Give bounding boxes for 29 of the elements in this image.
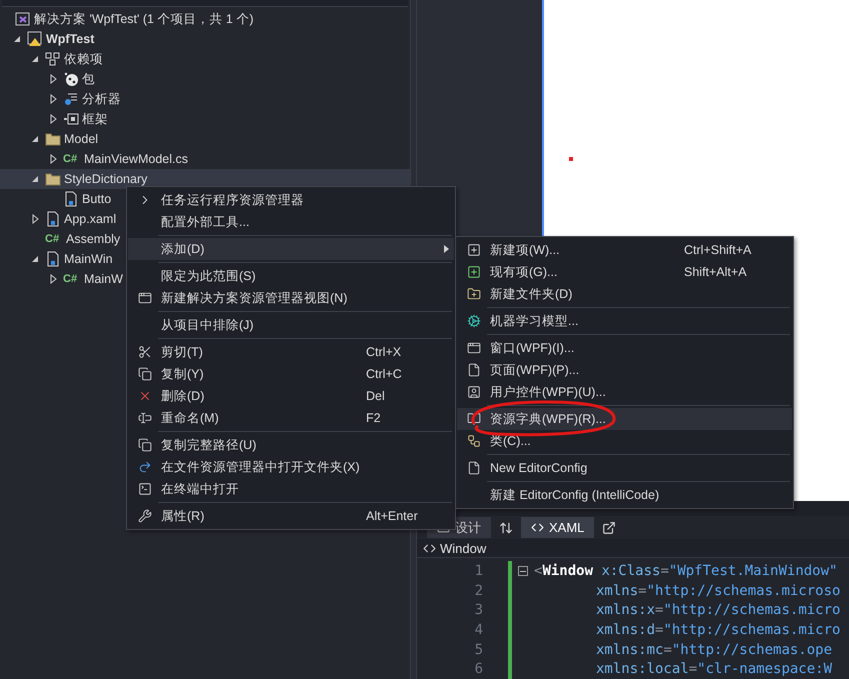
tree-label: Assembly: [66, 232, 120, 246]
csharp-icon: C#: [63, 153, 81, 165]
code-line: xmlns:x="http://schemas.micro: [595, 602, 840, 618]
tree-label: StyleDictionary: [64, 172, 148, 186]
line-number: 3: [474, 602, 483, 618]
csharp-icon: C#: [45, 233, 63, 245]
code-line: xmlns:local="clr-namespace:W: [595, 661, 832, 678]
tree-label: Butto: [82, 192, 112, 206]
tree-label: App.xaml: [64, 212, 116, 226]
tree-label: 解决方案 'WpfTest' (1 个项目，共 1 个): [34, 10, 254, 28]
line-number: 4: [474, 622, 483, 638]
tree-label: 依赖项: [64, 50, 103, 68]
tree-label: MainWin: [64, 252, 113, 266]
line-number: 6: [474, 661, 483, 678]
line-number: 5: [474, 642, 483, 658]
tree-label: MainViewModel.cs: [84, 152, 188, 166]
code-line: xmlns:mc="http://schemas.ope: [595, 642, 832, 658]
tree-label: 分析器: [82, 90, 121, 108]
code-line: xmlns:d="http://schemas.micro: [595, 622, 840, 638]
line-number: 1: [474, 563, 483, 580]
csharp-icon: C#: [63, 273, 81, 285]
tree-label: Model: [64, 132, 98, 146]
tree-label: 框架: [82, 110, 108, 128]
line-number: 2: [474, 582, 483, 599]
tree-label: MainW: [84, 272, 123, 286]
code-line: <Window x:Class="WpfTest.MainWindow": [534, 563, 838, 580]
tree-label: 包: [82, 70, 95, 88]
code-line: xmlns="http://schemas.microso: [595, 582, 840, 599]
tree-label: WpfTest: [46, 32, 94, 46]
